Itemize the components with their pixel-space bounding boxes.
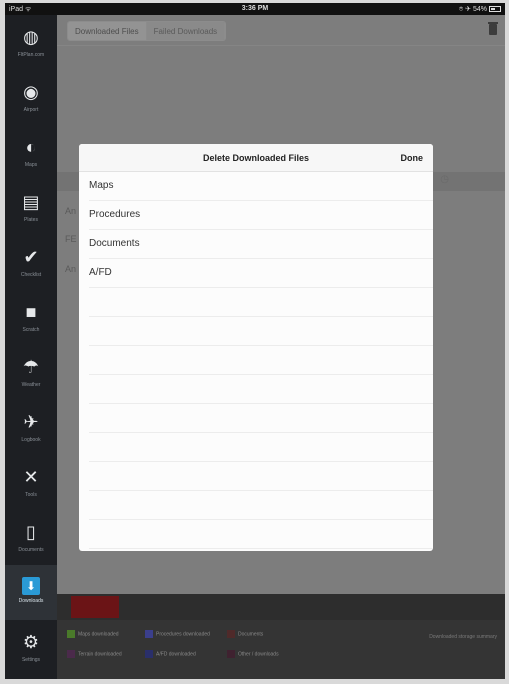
sidebar-item-documents[interactable]: ▯ Documents xyxy=(5,510,57,565)
sidebar-item-checklist[interactable]: ✔ Checklist xyxy=(5,235,57,290)
compass-icon: ◉ xyxy=(23,82,39,102)
legend-swatch xyxy=(227,630,235,638)
empty-row xyxy=(89,404,433,433)
delete-files-modal: Delete Downloaded Files Done Maps Proced… xyxy=(79,144,433,551)
empty-row xyxy=(89,462,433,491)
gear-icon: ⚙ xyxy=(22,632,40,652)
storage-note: Downloaded storage summary xyxy=(429,634,497,640)
sidebar-item-label: Scratch xyxy=(22,327,40,333)
sidebar-item-label: Plates xyxy=(24,217,38,223)
modal-title: Delete Downloaded Files xyxy=(202,153,310,163)
battery-indicator: ⌾ ✈ 54% xyxy=(459,5,501,14)
sidebar: ◍ FltPlan.com ◉ Airport ◐ Maps ▤ Plates … xyxy=(5,15,57,679)
legend-item: Procedures downloaded xyxy=(145,630,210,638)
list-item: An xyxy=(65,206,77,216)
scratchpad-icon: ■ xyxy=(25,302,37,322)
legend-swatch xyxy=(227,650,235,658)
sidebar-item-downloads[interactable]: ⬇ Downloads xyxy=(5,565,57,620)
list-item: FE xyxy=(65,234,77,244)
list-item-afd[interactable]: A/FD xyxy=(89,259,433,288)
tools-icon: ✕ xyxy=(23,467,39,487)
sidebar-item-plates[interactable]: ▤ Plates xyxy=(5,180,57,235)
empty-row xyxy=(89,375,433,404)
sidebar-item-label: FltPlan.com xyxy=(17,52,45,58)
airplane-icon: ✈ xyxy=(23,412,39,432)
sidebar-item-label: Logbook xyxy=(21,437,41,443)
modal-header: Delete Downloaded Files Done xyxy=(79,144,433,172)
sidebar-item-fltplan[interactable]: ◍ FltPlan.com xyxy=(5,15,57,70)
storage-bar xyxy=(57,594,505,620)
download-icon: ⬇ xyxy=(22,577,40,595)
clock-label: 3:36 PM xyxy=(241,5,269,12)
sidebar-item-label: Airport xyxy=(23,107,39,113)
segmented-control: Downloaded Files Failed Downloads xyxy=(67,21,227,41)
empty-row xyxy=(89,520,433,549)
divider xyxy=(57,45,505,46)
legend-swatch xyxy=(145,650,153,658)
sidebar-item-tools[interactable]: ✕ Tools xyxy=(5,455,57,510)
app-frame: iPad ᯤ 3:36 PM ⌾ ✈ 54% ◍ FltPlan.com ◉ A… xyxy=(5,3,505,679)
modal-list: Maps Procedures Documents A/FD xyxy=(79,172,433,549)
legend-swatch xyxy=(67,650,75,658)
sidebar-item-label: Tools xyxy=(25,492,37,498)
legend-item: Documents xyxy=(227,630,263,638)
sidebar-item-settings[interactable]: ⚙ Settings xyxy=(5,620,57,675)
list-item-procedures[interactable]: Procedures xyxy=(89,201,433,230)
trash-icon[interactable] xyxy=(488,22,498,35)
battery-icon xyxy=(489,6,501,13)
list-item-maps[interactable]: Maps xyxy=(89,172,433,201)
tab-failed-downloads[interactable]: Failed Downloads xyxy=(146,22,226,40)
done-button[interactable]: Done xyxy=(401,153,424,163)
sidebar-item-airport[interactable]: ◉ Airport xyxy=(5,70,57,125)
list-item: An xyxy=(65,264,77,274)
sidebar-item-label: Settings xyxy=(21,657,41,663)
sidebar-item-label: Downloads xyxy=(18,598,44,604)
empty-row xyxy=(89,317,433,346)
tab-downloaded-files[interactable]: Downloaded Files xyxy=(68,22,147,40)
sidebar-item-logbook[interactable]: ✈ Logbook xyxy=(5,400,57,455)
sidebar-item-label: Maps xyxy=(24,162,38,168)
storage-legend: Maps downloaded Procedures downloaded Do… xyxy=(57,620,505,679)
sort-icon[interactable]: ◷ xyxy=(440,174,449,185)
empty-row xyxy=(89,433,433,462)
empty-row xyxy=(89,491,433,520)
document-icon: ▯ xyxy=(26,522,36,542)
list-item-documents[interactable]: Documents xyxy=(89,230,433,259)
legend-item: Terrain downloaded xyxy=(67,650,122,658)
empty-row xyxy=(89,288,433,317)
list-item-label: Documents xyxy=(89,238,140,249)
storage-progress xyxy=(71,596,119,618)
sidebar-item-maps[interactable]: ◐ Maps xyxy=(5,125,57,180)
sidebar-item-label: Documents xyxy=(18,547,44,553)
empty-row xyxy=(89,346,433,375)
globe-icon: ◍ xyxy=(23,27,39,47)
sidebar-item-label: Checklist xyxy=(20,272,42,278)
legend-swatch xyxy=(67,630,75,638)
list-item-label: A/FD xyxy=(89,267,112,278)
list-item-label: Procedures xyxy=(89,209,141,220)
checkmark-icon: ✔ xyxy=(23,247,39,267)
plate-icon: ▤ xyxy=(22,192,40,212)
sidebar-item-scratch[interactable]: ■ Scratch xyxy=(5,290,57,345)
legend-item: A/FD downloaded xyxy=(145,650,196,658)
status-bar: iPad ᯤ 3:36 PM ⌾ ✈ 54% xyxy=(5,3,505,15)
sidebar-item-label: Weather xyxy=(21,382,41,388)
legend-item: Maps downloaded xyxy=(67,630,119,638)
weather-icon: ☂ xyxy=(22,357,40,377)
map-icon: ◐ xyxy=(25,137,37,157)
list-item-label: Maps xyxy=(89,180,114,191)
legend-swatch xyxy=(145,630,153,638)
legend-item: Other / downloads xyxy=(227,650,279,658)
sidebar-item-weather[interactable]: ☂ Weather xyxy=(5,345,57,400)
